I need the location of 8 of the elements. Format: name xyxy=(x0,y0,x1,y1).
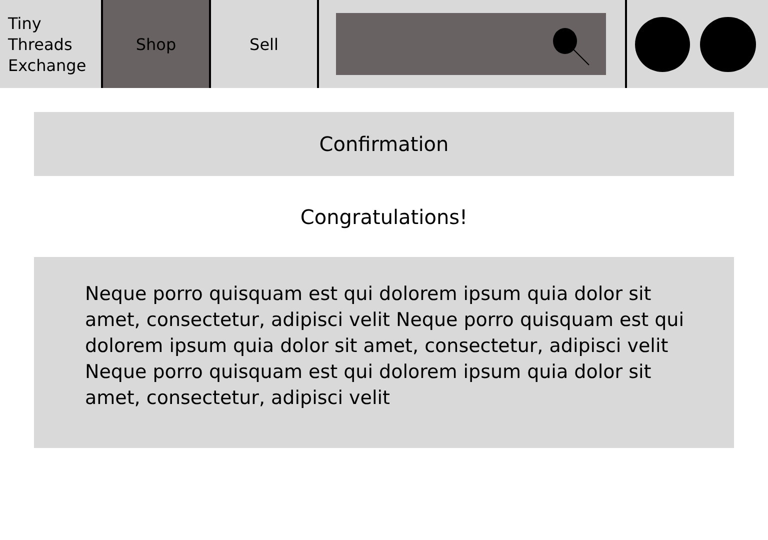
search-icon xyxy=(553,27,591,67)
nav-tab[interactable]: Sell xyxy=(211,0,319,88)
logo-text[interactable]: Tiny Threads Exchange xyxy=(8,12,98,76)
body-paragraph: Neque porro quisquam est qui dolorem ipsum quia dolor sit amet, consectetur, adipisci velit Neque porro quisquam est qui dolorem ipsum quia dolor sit amet, consectetur, adipisci velit Neque porro quisquam est qui dolorem ipsum quia dolor sit amet, consectetur, adipisci velit xyxy=(85,282,684,411)
congratulations-message: Congratulations! xyxy=(300,204,468,230)
page-heading: Confirmation xyxy=(319,131,449,158)
search-field[interactable] xyxy=(336,13,606,75)
nav-tab[interactable]: Shop xyxy=(103,0,211,88)
